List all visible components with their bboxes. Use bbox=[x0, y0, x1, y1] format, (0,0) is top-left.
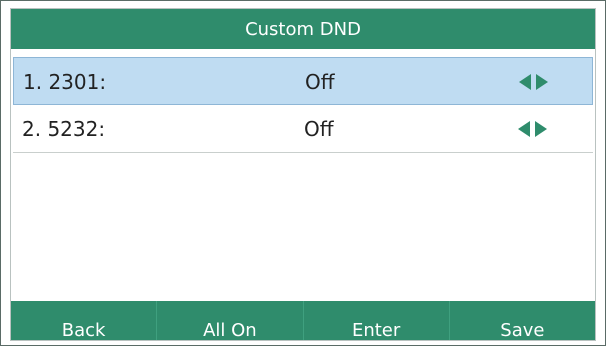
arrow-left-icon[interactable] bbox=[519, 74, 531, 90]
list-item-5232[interactable]: 2. 5232: Off bbox=[13, 105, 593, 153]
screen-panel: Custom DND 1. 2301: Off 2. 5232: Off Bac… bbox=[10, 8, 596, 341]
arrow-right-icon[interactable] bbox=[535, 121, 547, 137]
page-title: Custom DND bbox=[245, 18, 361, 40]
enter-softkey[interactable]: Enter bbox=[304, 301, 450, 341]
value-switcher[interactable] bbox=[519, 72, 559, 92]
arrow-left-icon[interactable] bbox=[518, 121, 530, 137]
phone-screen: Custom DND 1. 2301: Off 2. 5232: Off Bac… bbox=[0, 0, 606, 346]
dnd-status-value: Off bbox=[304, 117, 334, 141]
dnd-status-value: Off bbox=[305, 70, 335, 94]
value-switcher[interactable] bbox=[518, 119, 558, 139]
extension-label: 2. 5232: bbox=[22, 117, 106, 141]
list-item-2301[interactable]: 1. 2301: Off bbox=[13, 57, 593, 105]
back-softkey[interactable]: Back bbox=[11, 301, 158, 341]
all-on-softkey[interactable]: All On bbox=[157, 301, 304, 341]
softkey-bar: Back All On Enter Save bbox=[11, 301, 595, 341]
title-bar: Custom DND bbox=[11, 9, 595, 49]
save-softkey[interactable]: Save bbox=[450, 301, 595, 341]
settings-list: 1. 2301: Off 2. 5232: Off bbox=[11, 49, 595, 301]
arrow-right-icon[interactable] bbox=[536, 74, 548, 90]
extension-label: 1. 2301: bbox=[23, 70, 107, 94]
